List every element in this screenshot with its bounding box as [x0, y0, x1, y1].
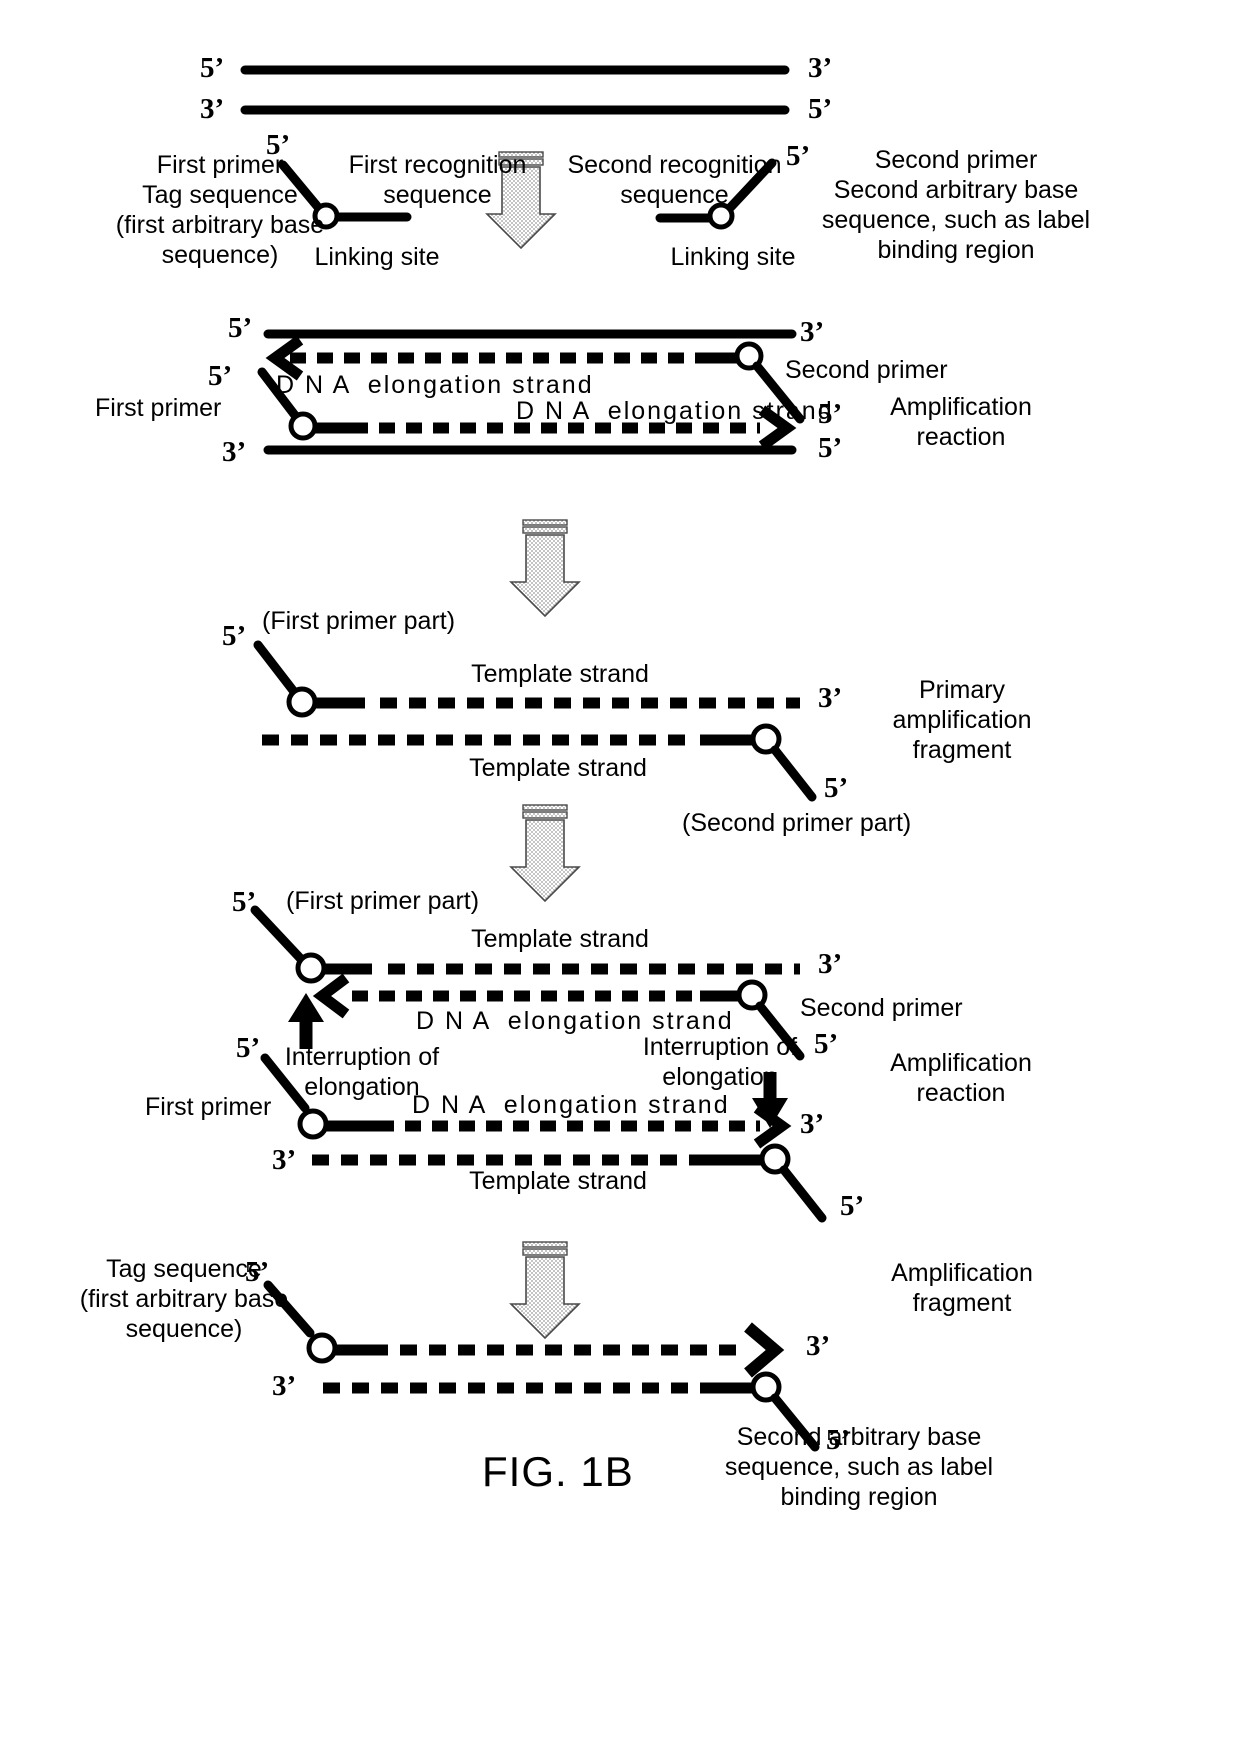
second-linking-site-label: Linking site: [670, 243, 796, 271]
step-arrow-2-icon: [510, 519, 580, 617]
panel2-bottom-left-prime: 3’: [222, 436, 247, 468]
panel4-elongation-bottom-3-prime: 3’: [800, 1108, 825, 1140]
figure-caption: FIG. 1B: [482, 1448, 634, 1495]
panel4-first-primer-label: First primer: [145, 1093, 272, 1121]
panel4-bottom-right-5-prime: 5’: [840, 1190, 865, 1222]
panel5-bottom-left-3-prime: 3’: [272, 1370, 297, 1402]
panel-4-graphics: [250, 905, 827, 1339]
panel5-tag-sequence-label: Tag sequence (first arbitrary base sequenc…: [79, 1255, 289, 1343]
panel2-dna-elongation-strand-bottom-label: D N A elongation strand: [516, 397, 834, 425]
interruption-arrow-left-icon: [288, 993, 324, 1049]
panel4-first-primer-5-prime: 5’: [236, 1032, 261, 1064]
panel4-template-bottom-left-3-prime: 3’: [272, 1144, 297, 1176]
panel3-template-strand-top-label: Template strand: [471, 660, 649, 688]
panel1-bottom-right-prime: 5’: [808, 93, 833, 125]
step-arrow-4-icon: [510, 1241, 580, 1339]
panel3-top-right-prime: 3’: [818, 682, 843, 714]
panel2-top-left-prime: 5’: [228, 312, 253, 344]
panel4-top-left-prime: 5’: [232, 886, 257, 918]
panel2-top-right-prime: 3’: [800, 316, 825, 348]
panel5-amplification-fragment-note: Amplification fragment: [891, 1259, 1033, 1317]
panel4-interruption-right-label: Interruption of elongation: [642, 1033, 798, 1091]
panel3-template-strand-bottom-label: Template strand: [469, 754, 647, 782]
panel2-second-primer-label: Second primer: [785, 356, 948, 384]
panel4-template-strand-bottom-label: Template strand: [469, 1167, 647, 1195]
patent-figure-1b: 5’ 3’ 3’ 5’ 5’ 5’ First primer Tag sequen…: [0, 0, 1240, 1762]
panel5-second-arbitrary-sequence-label: Second arbitrary base sequence, such as l…: [724, 1423, 994, 1511]
panel4-amplification-reaction-note: Amplification reaction: [890, 1049, 1032, 1107]
panel1-top-right-prime: 3’: [808, 52, 833, 84]
panel4-second-primer-label: Second primer: [800, 994, 963, 1022]
panel3-bottom-right-prime: 5’: [824, 772, 849, 804]
second-primer-arbitrary-sequence-label: Second primer Second arbitrary base sequen…: [821, 146, 1091, 264]
panel3-first-primer-part-label: (First primer part): [262, 607, 456, 635]
panel3-second-primer-part-label: (Second primer part): [682, 809, 912, 837]
panel1-top-left-prime: 5’: [200, 52, 225, 84]
panel4-template-strand-top-label: Template strand: [471, 925, 649, 953]
panel2-first-primer-label: First primer: [95, 394, 222, 422]
panel2-primer2-5-prime: 5’: [818, 432, 843, 464]
panel2-first-primer-5-prime: 5’: [208, 360, 233, 392]
panel3-primary-amplification-fragment-note: Primary amplification fragment: [892, 676, 1032, 764]
first-recognition-sequence-label: First recognition sequence: [348, 151, 527, 209]
panel4-dna-elongation-strand-bottom-label: D N A elongation strand: [412, 1091, 730, 1119]
panel2-amplification-reaction-note: Amplification reaction: [890, 393, 1032, 451]
panel1-bottom-left-prime: 3’: [200, 93, 225, 125]
first-linking-site-label: Linking site: [314, 243, 440, 271]
panel5-top-right-3-prime: 3’: [806, 1330, 831, 1362]
second-recognition-sequence-label: Second recognition sequence: [567, 151, 782, 209]
panel4-first-primer-part-label: (First primer part): [286, 887, 480, 915]
panel4-top-right-prime: 3’: [818, 948, 843, 980]
panel3-top-left-prime: 5’: [222, 620, 247, 652]
